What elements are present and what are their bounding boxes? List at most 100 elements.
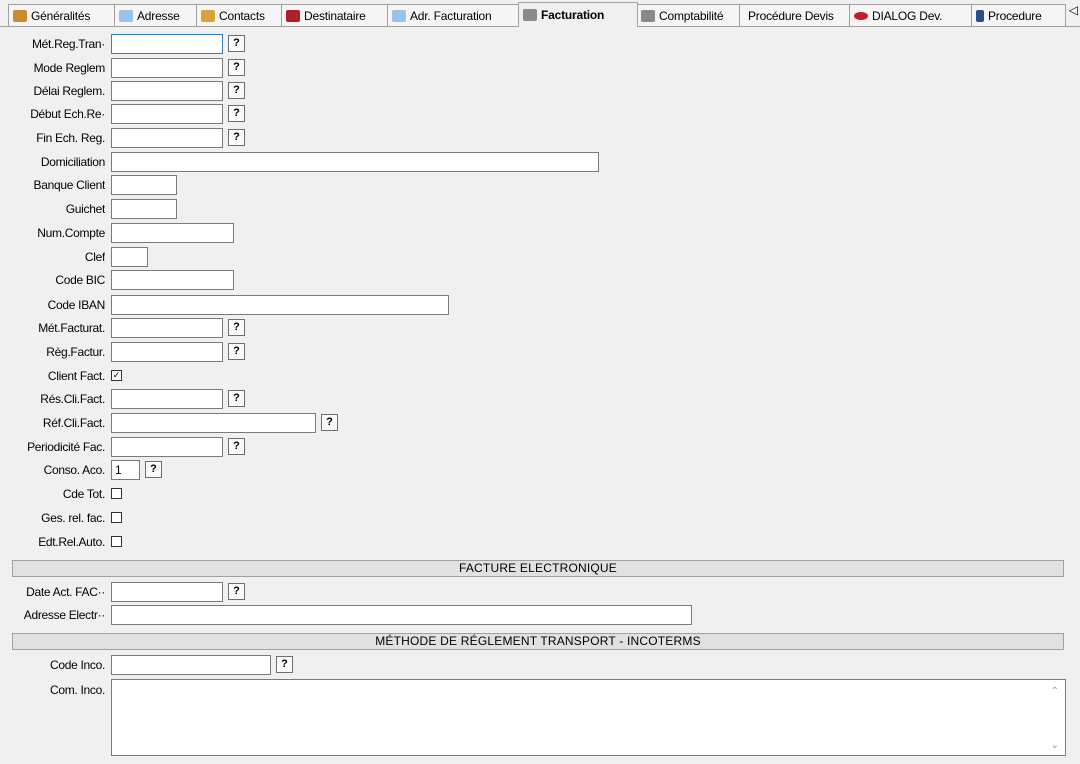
- tab-procedure-devis[interactable]: Procédure Devis: [739, 4, 851, 26]
- tab-adresse[interactable]: Adresse: [114, 4, 198, 26]
- row-clef: Clef: [0, 247, 105, 267]
- row-ref-cli-fact: Réf.Cli.Fact.: [0, 413, 105, 433]
- com-inco-textarea[interactable]: ⌃ ⌄: [111, 679, 1066, 756]
- envelope-icon: [392, 9, 406, 22]
- tab-generalites[interactable]: Généralités: [8, 4, 116, 26]
- cde-tot-label: Cde Tot.: [62, 487, 105, 501]
- met-facturat-label: Mét.Facturat.: [38, 321, 105, 335]
- code-inco-help-button[interactable]: ?: [276, 656, 293, 673]
- edt-rel-auto-checkbox[interactable]: [111, 536, 122, 547]
- row-code-iban: Code IBAN: [0, 295, 105, 315]
- banque-client-field[interactable]: [111, 175, 177, 195]
- row-domiciliation: Domiciliation: [0, 152, 105, 172]
- ref-cli-fact-label: Réf.Cli.Fact.: [42, 416, 105, 430]
- reg-factur-label: Règ.Factur.: [46, 345, 105, 359]
- conso-aco-label: Conso. Aco.: [43, 463, 105, 477]
- tab-dialog-dev[interactable]: DIALOG Dev.: [849, 4, 973, 26]
- debut-ech-field[interactable]: [111, 104, 223, 124]
- guichet-field[interactable]: [111, 199, 177, 219]
- code-inco-label: Code Inco.: [49, 658, 105, 672]
- code-iban-label: Code IBAN: [47, 298, 105, 312]
- document-icon: [13, 9, 27, 22]
- fin-ech-field[interactable]: [111, 128, 223, 148]
- tab-scroll-left-icon[interactable]: ◁: [1069, 3, 1078, 17]
- row-delai-reglem: Délai Reglem.: [0, 81, 105, 101]
- met-facturat-help-button[interactable]: ?: [228, 319, 245, 336]
- cde-tot-checkbox[interactable]: [111, 488, 122, 499]
- domiciliation-label: Domiciliation: [40, 155, 105, 169]
- met-reg-tran-field[interactable]: [111, 34, 223, 54]
- periodicite-fac-field[interactable]: [111, 437, 223, 457]
- periodicite-fac-label: Periodicité Fac.: [27, 440, 105, 454]
- tab-procedure[interactable]: Procedure: [971, 4, 1066, 26]
- row-res-cli-fact: Rés.Cli.Fact.: [0, 389, 105, 409]
- code-bic-label: Code BIC: [55, 273, 105, 287]
- row-date-act-fac: Date Act. FAC··: [0, 582, 105, 602]
- people-icon: [201, 9, 215, 22]
- date-act-fac-label: Date Act. FAC··: [26, 585, 105, 599]
- adresse-electr-field[interactable]: [111, 605, 692, 625]
- delai-reglem-field[interactable]: [111, 81, 223, 101]
- fin-ech-help-button[interactable]: ?: [228, 129, 245, 146]
- adresse-electr-label: Adresse Electr··: [23, 608, 105, 622]
- code-inco-field[interactable]: [111, 655, 271, 675]
- met-reg-tran-help-button[interactable]: ?: [228, 35, 245, 52]
- row-code-inco: Code Inco.: [0, 655, 105, 675]
- scroll-down-icon[interactable]: ⌄: [1051, 740, 1059, 751]
- tab-destinataire[interactable]: Destinataire: [281, 4, 389, 26]
- reg-factur-field[interactable]: [111, 342, 223, 362]
- mode-reglement-field[interactable]: [111, 58, 223, 78]
- tab-contacts[interactable]: Contacts: [196, 4, 283, 26]
- mode-reglement-help-button[interactable]: ?: [228, 59, 245, 76]
- tab-adr-facturation[interactable]: Adr. Facturation: [387, 4, 520, 26]
- calculator-icon: [523, 9, 537, 21]
- date-act-fac-field[interactable]: [111, 582, 223, 602]
- row-debut-ech: Début Ech.Re·: [0, 104, 105, 124]
- client-fact-checkbox[interactable]: ✓: [111, 370, 122, 381]
- ref-cli-fact-help-button[interactable]: ?: [321, 414, 338, 431]
- tab-facturation[interactable]: Facturation: [518, 2, 638, 27]
- clef-label: Clef: [84, 250, 105, 264]
- debut-ech-label: Début Ech.Re·: [30, 107, 105, 121]
- clef-field[interactable]: [111, 247, 148, 267]
- row-mode-reglement: Mode Reglem: [0, 58, 105, 78]
- met-reg-tran-label: Mét.Reg.Tran·: [31, 37, 105, 51]
- delai-reglem-help-button[interactable]: ?: [228, 82, 245, 99]
- date-act-fac-help-button[interactable]: ?: [228, 583, 245, 600]
- conso-aco-help-button[interactable]: ?: [145, 461, 162, 478]
- scroll-up-icon[interactable]: ⌃: [1051, 686, 1059, 697]
- conso-aco-field[interactable]: 1: [111, 460, 140, 480]
- banque-client-label: Banque Client: [33, 178, 106, 192]
- ref-cli-fact-field[interactable]: [111, 413, 316, 433]
- tab-bar: Généralités Adresse Contacts Destinatair…: [0, 0, 1080, 27]
- met-facturat-field[interactable]: [111, 318, 223, 338]
- periodicite-fac-help-button[interactable]: ?: [228, 438, 245, 455]
- fin-ech-label: Fin Ech. Reg.: [36, 131, 105, 145]
- code-bic-field[interactable]: [111, 270, 234, 290]
- res-cli-fact-label: Rés.Cli.Fact.: [40, 392, 105, 406]
- row-banque-client: Banque Client: [0, 175, 106, 195]
- client-fact-label: Client Fact.: [47, 369, 105, 383]
- row-client-fact: Client Fact.: [0, 366, 105, 386]
- section-methode-reglement: MÉTHODE DE RÉGLEMENT TRANSPORT - INCOTER…: [12, 633, 1064, 650]
- ges-rel-fac-checkbox[interactable]: [111, 512, 122, 523]
- domiciliation-field[interactable]: [111, 152, 599, 172]
- row-adresse-electr: Adresse Electr··: [0, 605, 105, 625]
- row-periodicite-fac: Periodicité Fac.: [0, 437, 105, 457]
- book-icon: [286, 9, 300, 22]
- tab-comptabilite[interactable]: Comptabilité: [636, 4, 741, 26]
- section-facture-electronique: FACTURE ELECTRONIQUE: [12, 560, 1064, 577]
- debut-ech-help-button[interactable]: ?: [228, 105, 245, 122]
- envelope-icon: [119, 9, 133, 22]
- com-inco-label: Com. Inco.: [49, 683, 105, 697]
- code-iban-field[interactable]: [111, 295, 449, 315]
- calculator-icon: [641, 9, 655, 22]
- num-compte-field[interactable]: [111, 223, 234, 243]
- res-cli-fact-field[interactable]: [111, 389, 223, 409]
- res-cli-fact-help-button[interactable]: ?: [228, 390, 245, 407]
- row-reg-factur: Règ.Factur.: [0, 342, 105, 362]
- row-code-bic: Code BIC: [0, 270, 105, 290]
- delai-reglem-label: Délai Reglem.: [33, 84, 105, 98]
- reg-factur-help-button[interactable]: ?: [228, 343, 245, 360]
- mode-reglement-label: Mode Reglem: [33, 61, 105, 75]
